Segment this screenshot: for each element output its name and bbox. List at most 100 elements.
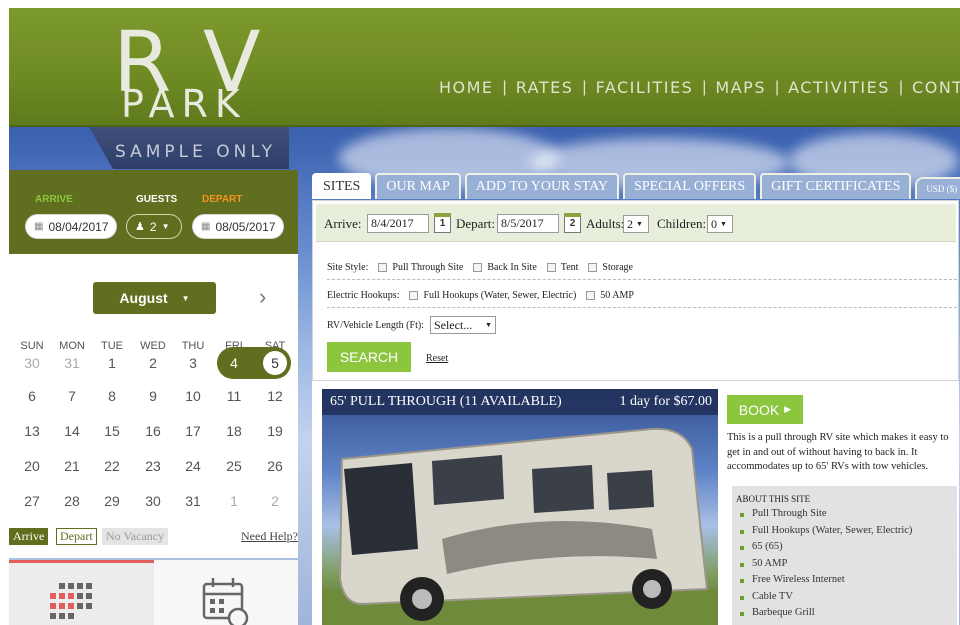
calendar-day[interactable]: 4 [217,349,251,377]
about-title: ABOUT THIS SITE [736,494,811,504]
calendar-day[interactable]: 26 [258,452,292,480]
calendar-view-tab[interactable] [154,560,298,625]
play-icon: ▶ [784,404,792,414]
tab-sites[interactable]: SITES [312,173,372,199]
arrive-date-field[interactable]: ▦ 08/04/2017 [25,214,117,239]
nav-rates[interactable]: RATES [516,78,574,97]
need-help-link[interactable]: Need Help? [241,529,298,544]
calendar-day[interactable]: 25 [217,452,251,480]
reset-link[interactable]: Reset [426,353,448,364]
nav-facilities[interactable]: FACILITIES [596,78,694,97]
length-row: RV/Vehicle Length (Ft): Select... ▼ [327,316,496,334]
electric-row: Electric Hookups: Full Hookups (Water, S… [327,290,634,301]
calendar-day[interactable]: 19 [258,417,292,445]
calendar-day[interactable]: 3 [176,349,210,377]
calendar-day[interactable]: 2 [258,487,292,515]
calendar-day[interactable]: 5 [261,349,289,377]
tab-gift-certificates[interactable]: GIFT CERTIFICATES [760,173,912,199]
calendar-day[interactable]: 28 [55,487,89,515]
book-button[interactable]: BOOK ▶ [727,395,803,424]
calendar-day[interactable]: 17 [176,417,210,445]
length-select[interactable]: Select... ▼ [429,316,496,334]
rv-photo[interactable]: 65' PULL THROUGH (11 AVAILABLE) 1 day fo… [322,389,718,625]
tab-add-to-your-stay[interactable]: ADD TO YOUR STAY [464,173,620,199]
calendar-day[interactable]: 13 [15,417,49,445]
guests-dropdown[interactable]: ♟ 2 ▼ [126,214,182,239]
option-back-in: Back In Site [487,262,537,273]
site-header: R V PARK HOME | RATES | FACILITIES | MAP… [9,8,960,127]
calendar-day[interactable]: 23 [136,452,170,480]
calendar-day[interactable]: 31 [55,349,89,377]
calendar-day[interactable]: 30 [136,487,170,515]
calendar-day[interactable]: 12 [258,382,292,410]
arrive-field-label: Arrive: [324,216,362,231]
calendar-unlimited-icon [202,578,249,625]
calendar-day[interactable]: 11 [217,382,251,410]
calendar-legend: Arrive Depart No Vacancy Need Help? [9,528,298,548]
calendar-day[interactable]: 24 [176,452,210,480]
calendar-day[interactable]: 22 [95,452,129,480]
calendar-day[interactable]: 15 [95,417,129,445]
calendar-day[interactable]: 18 [217,417,251,445]
chevron-down-icon: ▼ [181,293,190,303]
calendar-icon[interactable]: 2 [564,213,581,233]
calendar-day[interactable]: 7 [55,382,89,410]
nav-activities[interactable]: ACTIVITIES [788,78,890,97]
nav-separator: | [898,78,904,96]
calendar-day[interactable]: 9 [136,382,170,410]
nav-home[interactable]: HOME [439,78,494,97]
calendar-day[interactable]: 29 [95,487,129,515]
nav-maps[interactable]: MAPS [715,78,766,97]
guests-value: 2 [149,219,157,234]
calendar-day[interactable]: 10 [176,382,210,410]
checkbox[interactable] [546,263,556,272]
legend-arrive[interactable]: Arrive [9,528,49,545]
page: R V PARK HOME | RATES | FACILITIES | MAP… [9,8,960,625]
about-site-box: ABOUT THIS SITE Pull Through Site Full Ho… [732,486,957,625]
option-50-amp: 50 AMP [600,290,634,301]
legend-depart[interactable]: Depart [56,528,97,545]
arrive-date-value: 08/04/2017 [48,219,109,234]
amenity-item: Barbeque Grill [738,605,912,622]
checkbox[interactable] [409,291,419,300]
book-button-label: BOOK [738,401,780,418]
checkbox[interactable] [586,291,596,300]
calendar-day[interactable]: 1 [95,349,129,377]
calendar-day[interactable]: 31 [176,487,210,515]
tab-special-offers[interactable]: SPECIAL OFFERS [623,173,757,199]
month-dropdown[interactable]: August ▼ [93,282,216,314]
option-pull-through: Pull Through Site [392,262,464,273]
nav-separator: | [582,78,587,96]
calendar-day[interactable]: 6 [15,382,49,410]
tab-our-map[interactable]: OUR MAP [375,173,461,199]
next-month-icon[interactable]: › [259,284,266,310]
grid-view-tab[interactable] [9,560,154,625]
checkbox[interactable] [378,263,388,272]
calendar-day[interactable]: 14 [55,417,89,445]
option-storage: Storage [602,262,633,273]
checkbox[interactable] [473,263,483,272]
main-nav: HOME | RATES | FACILITIES | MAPS | ACTIV… [439,78,960,97]
adults-select[interactable]: 2 ▼ [623,215,649,233]
depart-date-input[interactable]: 8/5/2017 [497,214,559,233]
children-select[interactable]: 0 ▼ [707,215,733,233]
nav-contact[interactable]: CONTACT [912,78,960,97]
calendar-day[interactable]: 30 [15,349,49,377]
length-value: Select... [433,317,473,332]
calendar-day[interactable]: 1 [217,487,251,515]
booking-bar: ARRIVE GUESTS DEPART ▦ 08/04/2017 ♟ 2 ▼ … [9,170,298,254]
depart-date-field[interactable]: ▦ 08/05/2017 [192,214,284,239]
calendar-day[interactable]: 8 [95,382,129,410]
calendar-day[interactable]: 21 [55,452,89,480]
legend-no-vacancy: No Vacancy [102,528,169,545]
arrive-date-input[interactable]: 8/4/2017 [367,214,429,233]
search-button[interactable]: SEARCH [327,342,411,372]
calendar-icon[interactable]: 1 [434,213,451,233]
calendar-day[interactable]: 20 [15,452,49,480]
checkbox[interactable] [588,263,598,272]
calendar-day[interactable]: 2 [136,349,170,377]
calendar-day[interactable]: 27 [15,487,49,515]
calendar-day[interactable]: 16 [136,417,170,445]
currency-selector[interactable]: USD ($) [915,177,960,199]
adults-value: 2 [627,216,633,231]
